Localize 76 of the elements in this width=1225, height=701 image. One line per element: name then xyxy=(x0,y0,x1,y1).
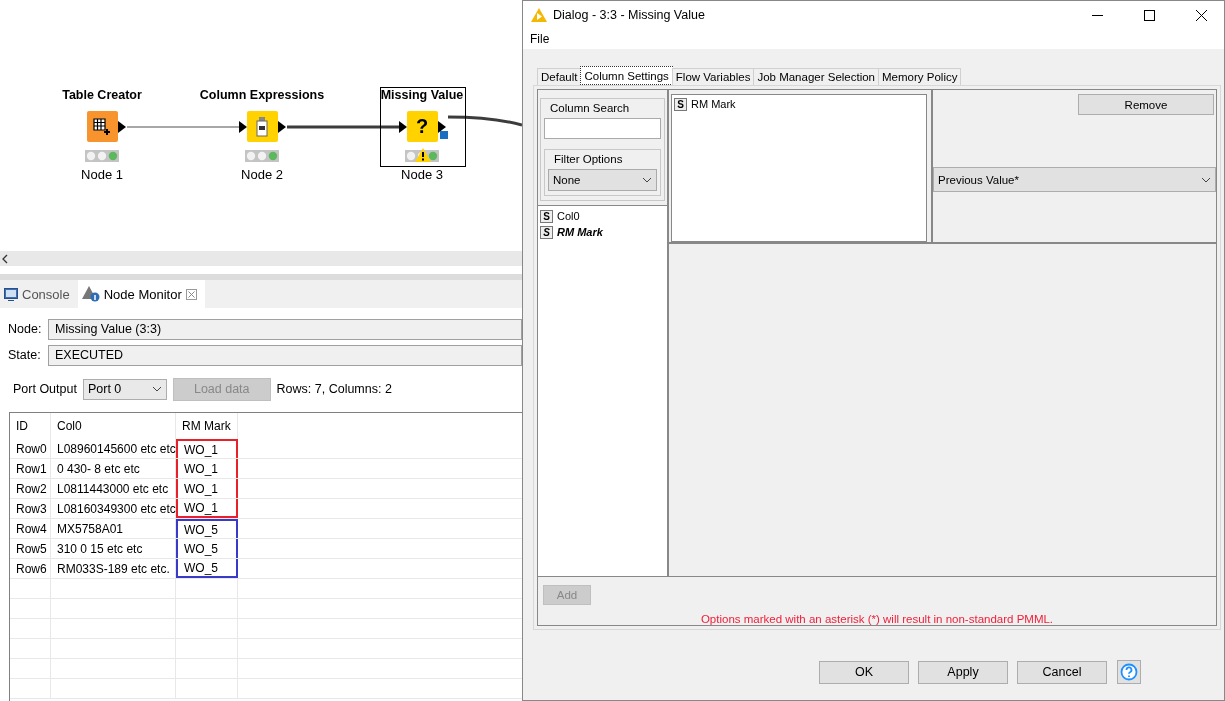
table-cell: WO_1 xyxy=(176,499,238,518)
node-icon[interactable] xyxy=(86,111,118,142)
dialog-tab[interactable]: Flow Variables xyxy=(671,68,755,85)
table-cell: WO_1 xyxy=(176,439,238,458)
table-cell: RM033S-189 etc etc. xyxy=(51,559,176,578)
dialog-tab[interactable]: Memory Policy xyxy=(878,68,962,85)
field-label: Port Output xyxy=(13,382,77,396)
dialog-button[interactable]: OK xyxy=(819,660,909,684)
maximize-icon[interactable] xyxy=(1143,9,1155,21)
node-label: Node 3 xyxy=(401,167,443,182)
warning-icon xyxy=(531,8,547,22)
table-cell: L08960145600 etc etc xyxy=(51,439,176,458)
question-mark-icon: ? xyxy=(415,115,429,138)
close-icon[interactable] xyxy=(1195,9,1207,21)
table-cell: Row1 xyxy=(10,459,51,478)
table-cell: Row3 xyxy=(10,499,51,518)
dialog-tab[interactable]: Column Settings xyxy=(580,66,673,85)
node-title: Missing Value xyxy=(380,88,464,104)
field-label: Node: xyxy=(8,322,43,336)
dialog-tab[interactable]: Job Manager Selection xyxy=(753,68,880,85)
chevron-icon xyxy=(642,177,652,183)
help-button[interactable] xyxy=(1117,660,1141,684)
table-cell: L08160349300 etc etc xyxy=(51,499,176,518)
panel-tab[interactable]: Console xyxy=(0,280,78,308)
group-legend: Filter Options xyxy=(552,153,625,165)
horizontal-scrollbar[interactable] xyxy=(0,251,522,266)
column-header[interactable]: Col0 xyxy=(51,413,176,439)
port-dropdown[interactable]: Port 0 xyxy=(82,378,167,400)
field-label: State: xyxy=(8,348,42,362)
node-title: Column Expressions xyxy=(199,88,325,104)
chevron-icon xyxy=(151,386,162,392)
table-cell: 0 430- 8 etc etc xyxy=(51,459,176,478)
monitor-icon xyxy=(4,287,18,301)
table-cell: WO_5 xyxy=(176,519,238,538)
column-header[interactable]: RM Mark xyxy=(176,413,238,439)
row-count: Rows: 7, Columns: 2 xyxy=(276,382,392,396)
table-cell: MX5758A01 xyxy=(51,519,176,538)
dialog-button[interactable]: Apply xyxy=(918,660,1008,684)
table-cell: Row6 xyxy=(10,559,51,578)
table-cell: WO_5 xyxy=(176,559,238,578)
panel-tab[interactable]: Node Monitor xyxy=(77,280,205,308)
search-field[interactable] xyxy=(544,118,661,139)
warning-info-icon xyxy=(81,286,100,302)
node-title: Table Creator xyxy=(62,88,142,104)
table-cell: Row5 xyxy=(10,539,51,558)
filter-dropdown[interactable]: None xyxy=(548,169,657,191)
table-cell: L0811443000 etc etc xyxy=(51,479,176,498)
dialog-tab[interactable]: Default xyxy=(537,68,582,85)
table-plus-icon xyxy=(93,117,111,136)
menu-item[interactable]: File xyxy=(530,32,550,46)
table-cell: Row0 xyxy=(10,439,51,458)
window-title: Dialog - 3:3 - Missing Value xyxy=(553,8,706,22)
node-label: Node 2 xyxy=(241,167,283,182)
table-cell: 310 0 15 etc etc xyxy=(51,539,176,558)
chevron-icon xyxy=(1201,176,1211,183)
node-label: Node 1 xyxy=(81,167,123,182)
column-header[interactable]: ID xyxy=(10,413,51,439)
dialog-button[interactable]: Cancel xyxy=(1017,660,1107,684)
group-legend: Column Search xyxy=(548,102,632,114)
table-cell: WO_1 xyxy=(176,479,238,498)
table-cell: WO_1 xyxy=(176,459,238,478)
bottle-icon xyxy=(256,116,268,137)
method-dropdown[interactable]: Previous Value* xyxy=(933,167,1216,192)
pmml-note: Options marked with an asterisk (*) will result in non-standard PMML. xyxy=(699,613,1055,625)
node-icon[interactable] xyxy=(246,111,278,142)
node-icon[interactable]: ? xyxy=(406,111,438,142)
column-item[interactable]: S RM Mark xyxy=(672,96,926,112)
column-item[interactable]: S RM Mark xyxy=(538,224,667,240)
column-item[interactable]: S Col0 xyxy=(538,208,667,224)
table-cell: WO_5 xyxy=(176,539,238,558)
table-cell: Row2 xyxy=(10,479,51,498)
remove-button[interactable]: Remove xyxy=(1078,94,1214,115)
state-field: EXECUTED xyxy=(48,344,522,366)
help-icon xyxy=(1120,663,1138,681)
node-field: Missing Value (3:3) xyxy=(48,318,522,340)
table-cell: Row4 xyxy=(10,519,51,538)
